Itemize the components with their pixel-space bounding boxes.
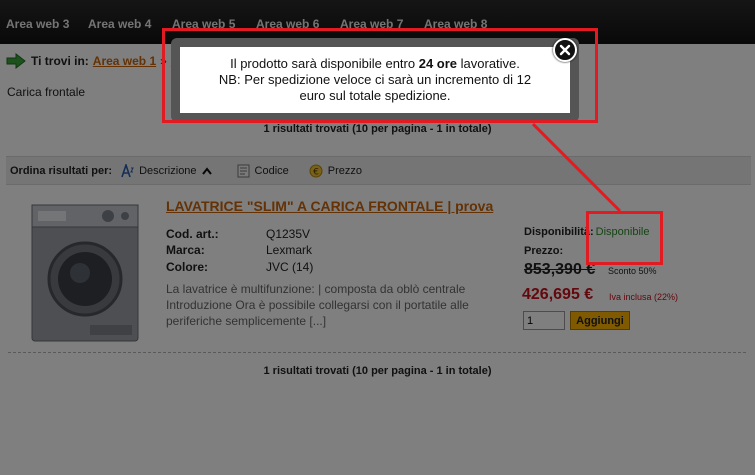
annotation-connector-line [531, 122, 622, 213]
